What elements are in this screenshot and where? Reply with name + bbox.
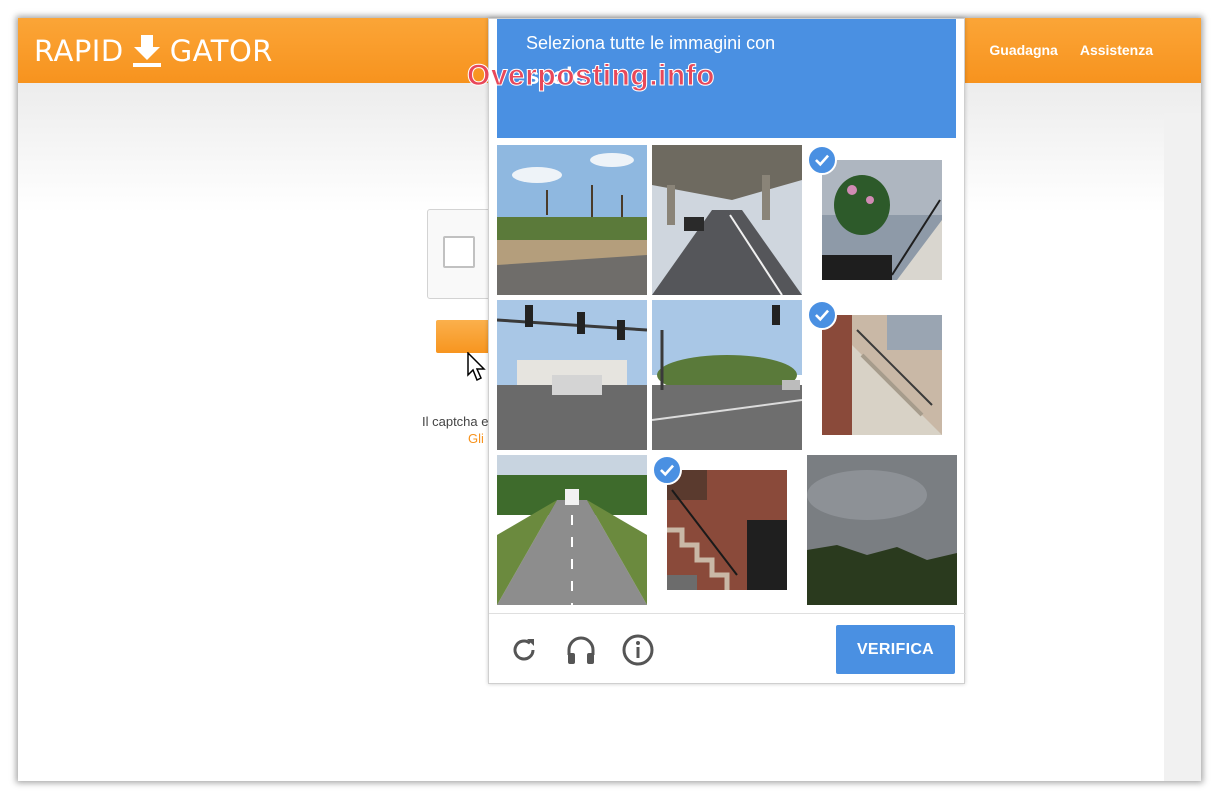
captcha-tile-5[interactable] (652, 300, 802, 450)
captcha-tile-7[interactable] (497, 455, 647, 605)
watermark-text: Overposting.info (467, 59, 716, 93)
tile-image-cloudy-sky (807, 455, 957, 605)
selected-check-icon (807, 145, 837, 175)
challenge-footer: VERIFICA (489, 613, 966, 685)
tile-image-brick-stairs (667, 470, 787, 590)
captcha-info-text: Il captcha e (422, 414, 489, 429)
recaptcha-checkbox[interactable] (443, 236, 475, 268)
tile-image-house-stairs (822, 160, 942, 280)
headphones-icon[interactable] (564, 633, 598, 667)
captcha-tile-9[interactable] (807, 455, 957, 605)
prompt-text: Seleziona tutte le immagini con (526, 33, 776, 53)
info-icon[interactable] (621, 633, 655, 667)
download-arrow-icon (130, 33, 164, 69)
tile-image-palm-trees (497, 145, 647, 295)
selected-check-icon (652, 455, 682, 485)
logo-text-right: GATOR (169, 34, 273, 68)
tile-image-overpass (652, 145, 802, 295)
captcha-tile-6[interactable] (807, 300, 957, 450)
captcha-tile-4[interactable] (497, 300, 647, 450)
challenge-prompt: Seleziona tutte le immagini con scale Ov… (467, 19, 956, 138)
tile-image-concrete-stairs (822, 315, 942, 435)
mouse-cursor-icon (467, 351, 487, 382)
logo-text-left: RAPID (34, 34, 124, 68)
captcha-help-link[interactable]: Gli (468, 431, 484, 446)
verify-button[interactable]: VERIFICA (836, 625, 955, 674)
captcha-tile-8[interactable] (652, 455, 802, 605)
tile-image-intersection-2 (652, 300, 802, 450)
selected-check-icon (807, 300, 837, 330)
top-nav: Guadagna Assistenza (989, 42, 1153, 58)
nav-link-guadagna[interactable]: Guadagna (989, 42, 1057, 58)
tile-image-intersection (497, 300, 647, 450)
captcha-tile-2[interactable] (652, 145, 802, 295)
tile-image-highway-truck (497, 455, 647, 605)
site-logo[interactable]: RAPID GATOR (34, 32, 273, 70)
captcha-tile-3[interactable] (807, 145, 957, 295)
nav-link-assistenza[interactable]: Assistenza (1080, 42, 1153, 58)
reload-icon[interactable] (507, 633, 541, 667)
right-gutter (1164, 113, 1201, 781)
captcha-tile-1[interactable] (497, 145, 647, 295)
recaptcha-challenge-popup: Seleziona tutte le immagini con scale Ov… (467, 18, 966, 685)
